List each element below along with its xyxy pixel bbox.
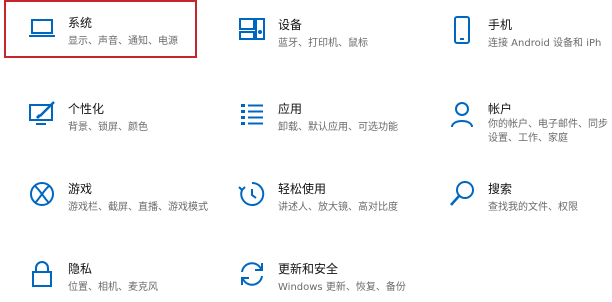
tile-search[interactable]: 搜索 查找我的文件、权限 — [424, 166, 612, 222]
tile-description: Windows 更新、恢复、备份 — [278, 282, 406, 293]
person-icon — [446, 98, 478, 130]
tile-title: 轻松使用 — [278, 182, 327, 196]
tile-system[interactable]: 系统 显示、声音、通知、电源 — [4, 0, 197, 58]
tile-gaming[interactable]: 游戏 游戏栏、截屏、直播、游戏模式 — [4, 166, 208, 222]
tile-description: 你的帐户、电子邮件、同步设置、工作、家庭 — [488, 119, 608, 144]
tile-description: 位置、相机、麦克风 — [68, 282, 158, 293]
tile-description: 背景、锁屏、颜色 — [68, 122, 148, 133]
tile-description: 游戏栏、截屏、直播、游戏模式 — [68, 202, 208, 213]
ease-of-access-icon — [236, 178, 268, 210]
tile-phone[interactable]: 手机 连接 Android 设备和 iPh — [424, 2, 612, 58]
tile-title: 设备 — [278, 18, 303, 32]
personalization-icon — [26, 98, 58, 130]
xbox-icon — [26, 178, 58, 210]
devices-icon — [236, 14, 268, 46]
tile-description: 连接 Android 设备和 iPh — [488, 38, 602, 49]
tile-title: 个性化 — [68, 102, 105, 116]
tile-update-security[interactable]: 更新和安全 Windows 更新、恢复、备份 — [214, 246, 406, 302]
tile-title: 帐户 — [488, 102, 513, 116]
phone-icon — [446, 14, 478, 46]
tile-title: 更新和安全 — [278, 262, 339, 276]
tile-title: 系统 — [68, 16, 93, 30]
update-icon — [236, 258, 268, 290]
tile-privacy[interactable]: 隐私 位置、相机、麦克风 — [4, 246, 194, 302]
search-icon — [446, 178, 478, 210]
tile-personalization[interactable]: 个性化 背景、锁屏、颜色 — [4, 86, 194, 142]
tile-ease-of-access[interactable]: 轻松使用 讲述人、放大镜、高对比度 — [214, 166, 404, 222]
tile-title: 应用 — [278, 102, 303, 116]
tile-description: 查找我的文件、权限 — [488, 202, 578, 213]
tile-title: 隐私 — [68, 262, 93, 276]
tile-description: 卸载、默认应用、可选功能 — [278, 122, 398, 133]
tile-description: 蓝牙、打印机、鼠标 — [278, 38, 368, 49]
tile-title: 搜索 — [488, 182, 513, 196]
lock-icon — [26, 258, 58, 290]
tile-devices[interactable]: 设备 蓝牙、打印机、鼠标 — [214, 2, 404, 58]
tile-description: 显示、声音、通知、电源 — [68, 36, 178, 47]
apps-list-icon — [236, 98, 268, 130]
tile-title: 游戏 — [68, 182, 93, 196]
laptop-icon — [26, 12, 58, 44]
tile-apps[interactable]: 应用 卸载、默认应用、可选功能 — [214, 86, 404, 142]
tile-accounts[interactable]: 帐户 你的帐户、电子邮件、同步设置、工作、家庭 — [424, 86, 612, 146]
tile-description: 讲述人、放大镜、高对比度 — [278, 202, 398, 213]
tile-title: 手机 — [488, 18, 513, 32]
